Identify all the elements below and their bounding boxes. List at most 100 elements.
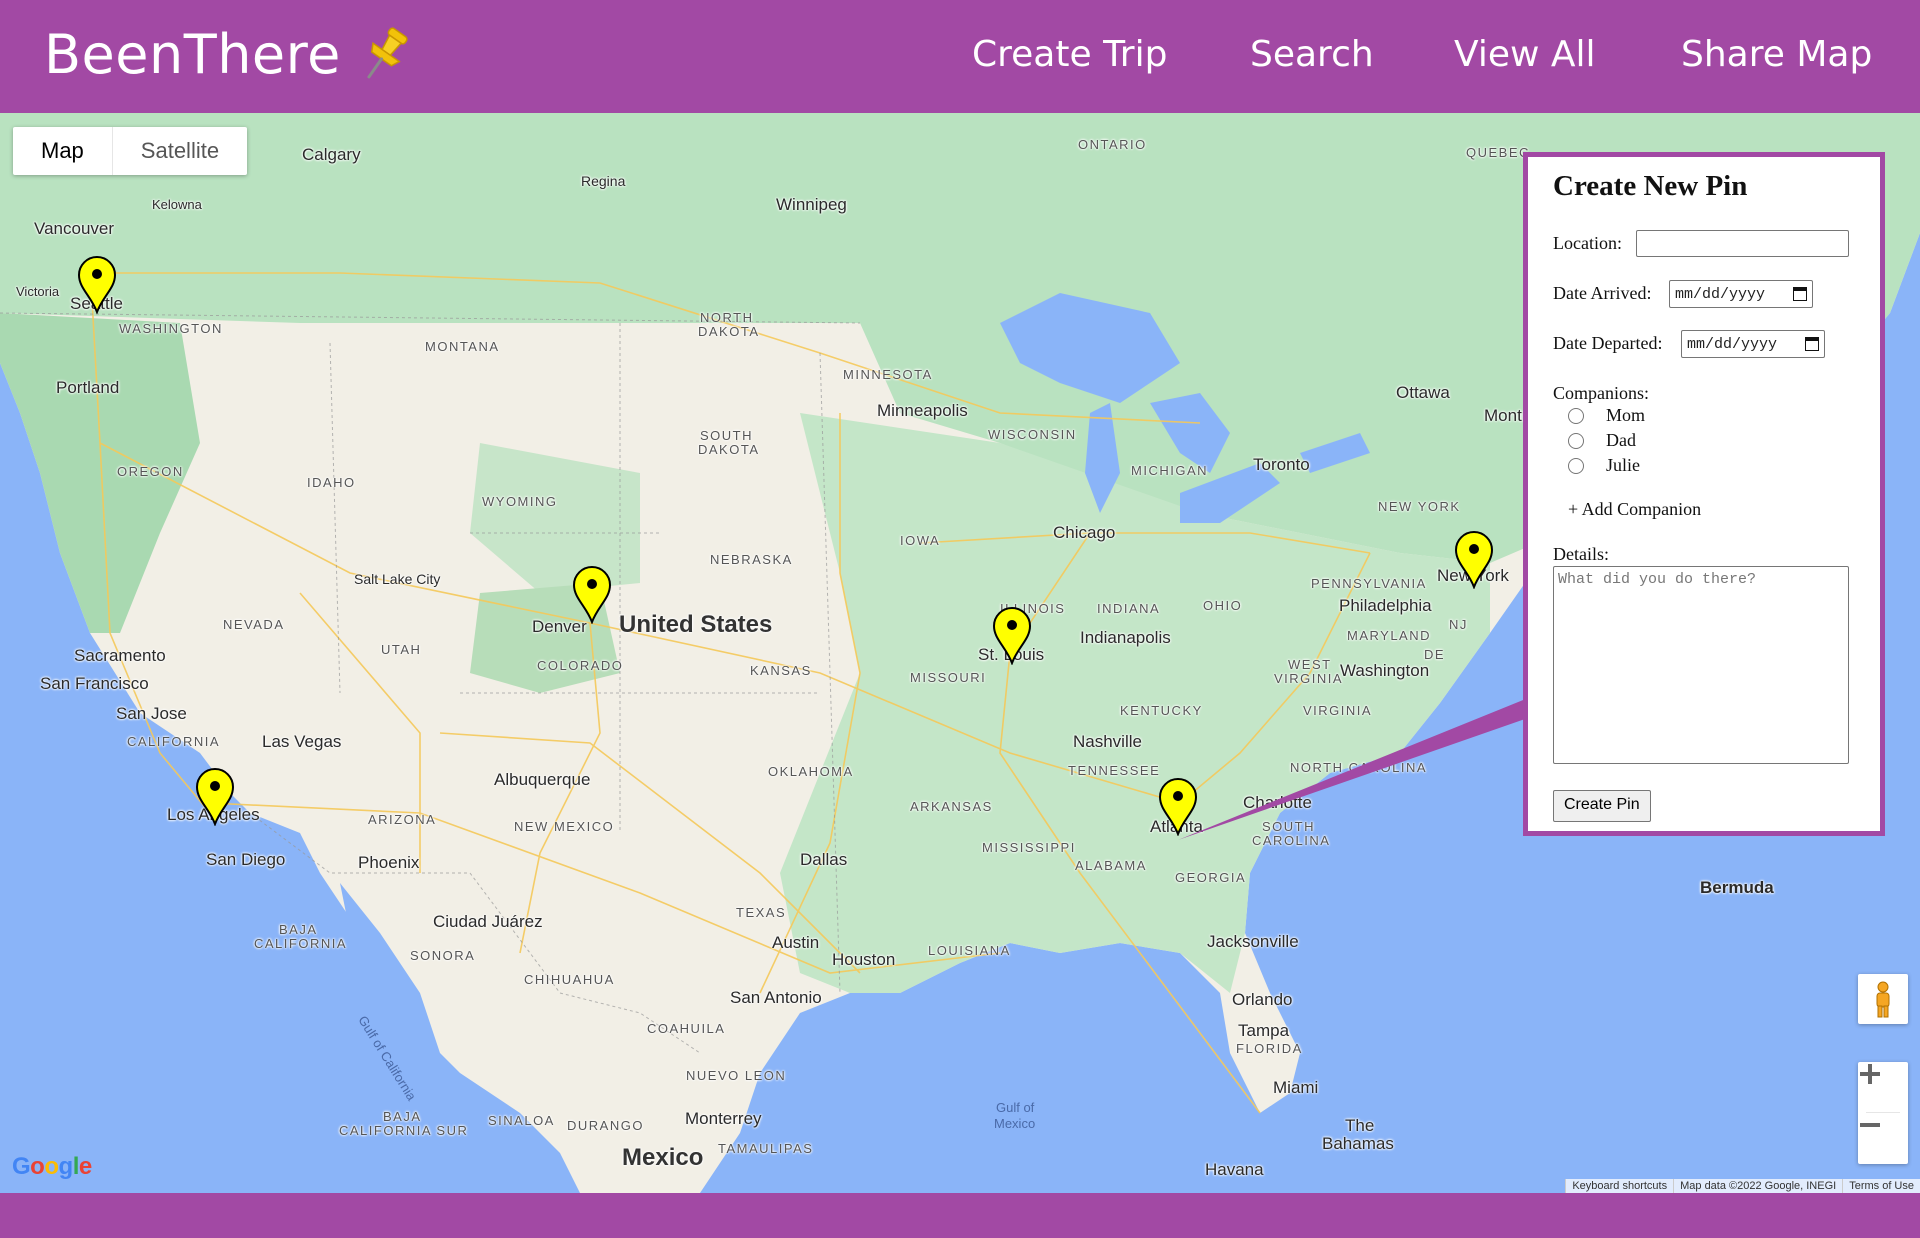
zoom-in-button[interactable]	[1858, 1062, 1908, 1112]
create-pin-button[interactable]: Create Pin	[1553, 790, 1651, 822]
calendar-icon[interactable]	[1793, 287, 1807, 301]
brand-logo[interactable]: BeenThere	[44, 22, 417, 86]
top-navigation-bar: BeenThere Create Trip Search View All Sh…	[0, 0, 1920, 113]
radio-button[interactable]	[1568, 432, 1584, 449]
companions-label: Companions:	[1553, 383, 1650, 403]
map-label: ALABAMA	[1075, 858, 1147, 873]
map-label: UTAH	[381, 642, 422, 657]
map-pin-seattle[interactable]	[77, 256, 117, 314]
radio-button[interactable]	[1568, 457, 1584, 474]
map-label: Miami	[1273, 1078, 1319, 1097]
map-label: OKLAHOMA	[768, 764, 854, 779]
map-pin-los-angeles[interactable]	[195, 768, 235, 826]
companion-name: Mom	[1606, 405, 1646, 425]
nav-share-map[interactable]: Share Map	[1681, 34, 1872, 75]
google-logo-letter: e	[78, 1153, 92, 1180]
map-label: The	[1345, 1116, 1375, 1135]
create-pin-panel: Create New Pin Location: Date Arrived: m…	[1523, 152, 1885, 836]
add-companion-link[interactable]: + Add Companion	[1568, 499, 1701, 520]
map-label: OHIO	[1203, 598, 1243, 613]
map-label: Jacksonville	[1207, 932, 1299, 951]
map-label: MISSOURI	[910, 670, 987, 685]
date-arrived-label: Date Arrived:	[1553, 283, 1652, 303]
date-departed-label: Date Departed:	[1553, 333, 1663, 353]
map-label: PENNSYLVANIA	[1311, 576, 1427, 591]
map-label: CHIHUAHUA	[524, 972, 615, 987]
nav-create-trip[interactable]: Create Trip	[972, 34, 1167, 75]
date-departed-input[interactable]: mm/dd/yyyy	[1681, 330, 1825, 358]
map-label: United States	[619, 611, 773, 638]
google-logo[interactable]: Google	[12, 1153, 92, 1181]
details-textarea[interactable]: What did you do there?	[1553, 566, 1849, 764]
map-label: DURANGO	[567, 1118, 644, 1133]
map-label: MISSISSIPPI	[982, 840, 1076, 855]
map-label: Havana	[1205, 1160, 1264, 1179]
map-label: Mexico	[994, 1116, 1036, 1131]
map-label: Indianapolis	[1080, 628, 1171, 647]
keyboard-shortcuts-link[interactable]: Keyboard shortcuts	[1565, 1179, 1674, 1193]
map-pin-new-york[interactable]	[1454, 531, 1494, 589]
map-label: OREGON	[117, 464, 184, 479]
companion-name: Dad	[1606, 430, 1636, 450]
companion-option[interactable]: Dad	[1568, 430, 1636, 451]
map-label: MONTANA	[425, 339, 500, 354]
map-label: WYOMING	[482, 494, 558, 509]
map-label: Calgary	[302, 145, 361, 164]
companion-option[interactable]: Julie	[1568, 455, 1640, 476]
map-label: KENTUCKY	[1120, 703, 1203, 718]
map-label: COAHUILA	[647, 1021, 726, 1036]
map-label: KANSAS	[750, 663, 812, 678]
google-logo-letter: o	[30, 1153, 45, 1180]
map-label: GEORGIA	[1175, 870, 1247, 885]
map-data-text: Map data ©2022 Google, INEGI	[1673, 1179, 1843, 1193]
zoom-out-button[interactable]	[1858, 1113, 1908, 1163]
map-label: IOWA	[900, 533, 941, 548]
companion-name: Julie	[1606, 455, 1640, 475]
map-label: Victoria	[16, 284, 60, 299]
nav-search[interactable]: Search	[1250, 34, 1374, 75]
map-label: SOUTH	[700, 428, 753, 443]
map-label: San Antonio	[730, 988, 822, 1007]
companion-option[interactable]: Mom	[1568, 405, 1645, 426]
map-attribution: Keyboard shortcuts Map data ©2022 Google…	[1565, 1179, 1920, 1193]
map-label: Albuquerque	[494, 770, 591, 789]
map-label: TENNESSEE	[1068, 763, 1161, 778]
map-label: MINNESOTA	[843, 367, 933, 382]
map-label: NUEVO LEON	[686, 1068, 787, 1083]
map-label: Toronto	[1253, 455, 1310, 474]
satellite-view-button[interactable]: Satellite	[113, 127, 247, 175]
map-pin-atlanta[interactable]	[1158, 778, 1198, 836]
date-departed-placeholder: mm/dd/yyyy	[1687, 335, 1778, 353]
calendar-icon[interactable]	[1805, 337, 1819, 351]
google-logo-letter: G	[12, 1153, 31, 1180]
map-label: TEXAS	[736, 905, 787, 920]
footer-bar	[0, 1193, 1920, 1238]
map-label: WASHINGTON	[119, 321, 223, 336]
map-label: WISCONSIN	[988, 427, 1077, 442]
location-input[interactable]	[1636, 230, 1849, 257]
map-view-button[interactable]: Map	[13, 127, 113, 175]
nav-view-all[interactable]: View All	[1454, 34, 1596, 75]
map-label: Orlando	[1232, 990, 1293, 1009]
map-label: Washington	[1340, 661, 1430, 680]
map-pin-st-louis[interactable]	[992, 607, 1032, 665]
map-label: COLORADO	[537, 658, 624, 673]
zoom-controls	[1858, 1062, 1908, 1164]
map-label: NEW YORK	[1378, 499, 1461, 514]
map-label: Houston	[832, 950, 896, 969]
map-label: MARYLAND	[1347, 628, 1432, 643]
terms-of-use-link[interactable]: Terms of Use	[1842, 1179, 1920, 1193]
map-label: QUEBEC	[1466, 145, 1530, 160]
map-label: Phoenix	[358, 853, 420, 872]
map-pin-denver[interactable]	[572, 566, 612, 624]
date-arrived-input[interactable]: mm/dd/yyyy	[1669, 280, 1813, 308]
map-label: Kelowna	[152, 197, 202, 212]
map-label: Winnipeg	[776, 195, 847, 214]
map-label: Charlotte	[1243, 793, 1312, 812]
map-label: Bahamas	[1322, 1134, 1394, 1153]
street-view-pegman[interactable]	[1858, 974, 1908, 1024]
radio-button[interactable]	[1568, 407, 1584, 424]
map-label: San Diego	[206, 850, 286, 869]
map-label: DAKOTA	[698, 442, 760, 457]
google-logo-letter: g	[58, 1153, 74, 1180]
